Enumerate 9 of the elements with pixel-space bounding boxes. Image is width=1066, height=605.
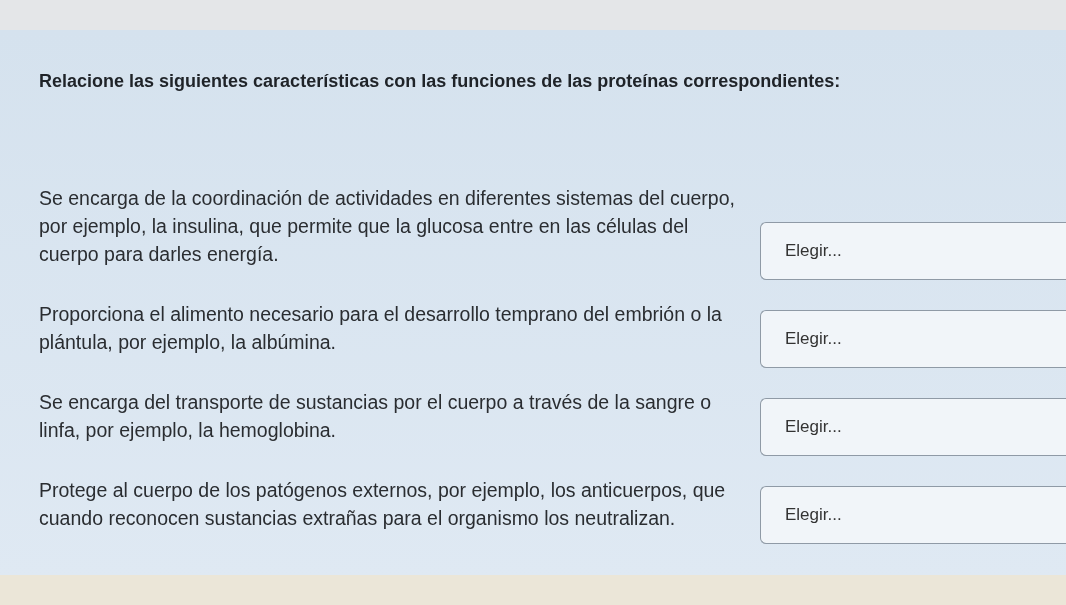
statement-text: Protege al cuerpo de los patógenos externos, por ejemplo, los anticuerpos, que cuando reconocen sustancias extrañas para el organismo los neutralizan. [39,478,727,531]
answer-dropdown[interactable]: Elegir... [760,310,1066,368]
instruction-text: Relacione las siguientes características con las funciones de las proteínas correspondientes: [39,70,841,93]
answer-dropdown[interactable]: Elegir... [760,486,1066,544]
answer-dropdown[interactable]: Elegir... [760,222,1066,280]
statement-text: Proporciona el alimento necesario para el desarrollo temprano del embrión o la plántula, por ejemplo, la albúmina. [39,302,723,355]
statement-text: Se encarga del transporte de sustancias por el cuerpo a través de la sangre o linfa, por ejemplo, la hemoglobina. [39,390,713,443]
statement-text: Se encarga de la coordinación de actividades en diferentes sistemas del cuerpo, por ejemplo, la insulina, que permite que la glucosa entre en las células del cuerpo para darles energía. [39,186,736,267]
answer-dropdown[interactable]: Elegir... [760,398,1066,456]
